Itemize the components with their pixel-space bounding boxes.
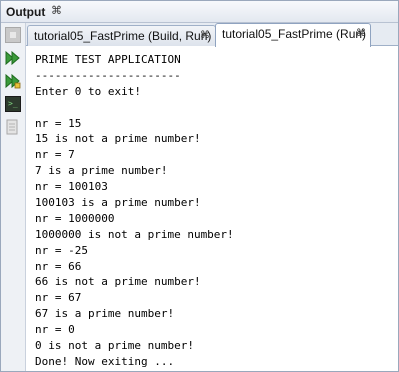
console-line: 15 is not a prime number! xyxy=(35,132,201,146)
output-title: Output xyxy=(6,5,46,19)
console-output[interactable]: PRIME TEST APPLICATION -----------------… xyxy=(35,52,397,370)
console-line: nr = 100103 xyxy=(35,180,108,194)
close-output-icon[interactable]: ⌘ xyxy=(51,4,62,17)
console-line: 66 is not a prime number! xyxy=(35,275,201,289)
console-line: nr = 66 xyxy=(35,259,82,273)
tab-run-label: tutorial05_FastPrime (Run) xyxy=(222,27,367,41)
output-titlebar: Output ⌘ xyxy=(1,1,398,23)
console-line: 7 is a prime number! xyxy=(35,164,168,178)
console-line: 67 is a prime number! xyxy=(35,307,175,321)
close-tab-icon[interactable]: ⌘ xyxy=(356,28,366,39)
rerun-with-arguments-icon[interactable] xyxy=(5,73,21,89)
console-line: Done! Now exiting ... xyxy=(35,354,175,368)
console-line: 1000000 is not a prime number! xyxy=(35,227,234,241)
console-line: nr = 67 xyxy=(35,291,82,305)
console-line: nr = 7 xyxy=(35,148,75,162)
console-icon[interactable]: >_ xyxy=(5,96,21,112)
console-line: 100103 is a prime number! xyxy=(35,196,201,210)
output-window: Output ⌘ tutorial05_FastPrime (Build, Ru… xyxy=(0,0,399,372)
output-toolbar: >_ xyxy=(1,23,26,371)
console-line: nr = 15 xyxy=(35,116,82,130)
tab-build-run[interactable]: tutorial05_FastPrime (Build, Run) ⌘ xyxy=(27,25,216,46)
tab-build-run-label: tutorial05_FastPrime (Build, Run) xyxy=(34,29,212,43)
console-line: nr = -25 xyxy=(35,243,88,257)
clear-output-icon[interactable] xyxy=(5,119,21,135)
tab-run[interactable]: tutorial05_FastPrime (Run) ⌘ xyxy=(215,23,371,47)
rerun-icon[interactable] xyxy=(5,50,21,66)
console-line: ---------------------- xyxy=(35,68,181,82)
console-line: PRIME TEST APPLICATION xyxy=(35,53,181,66)
stop-icon[interactable] xyxy=(5,27,21,43)
close-tab-icon[interactable]: ⌘ xyxy=(200,30,210,41)
tab-row: tutorial05_FastPrime (Build, Run) ⌘ tuto… xyxy=(1,23,398,47)
console-line: nr = 0 xyxy=(35,323,75,337)
console-line: Enter 0 to exit! xyxy=(35,84,141,98)
console-line: nr = 1000000 xyxy=(35,211,115,225)
console-line: 0 is not a prime number! xyxy=(35,339,194,353)
